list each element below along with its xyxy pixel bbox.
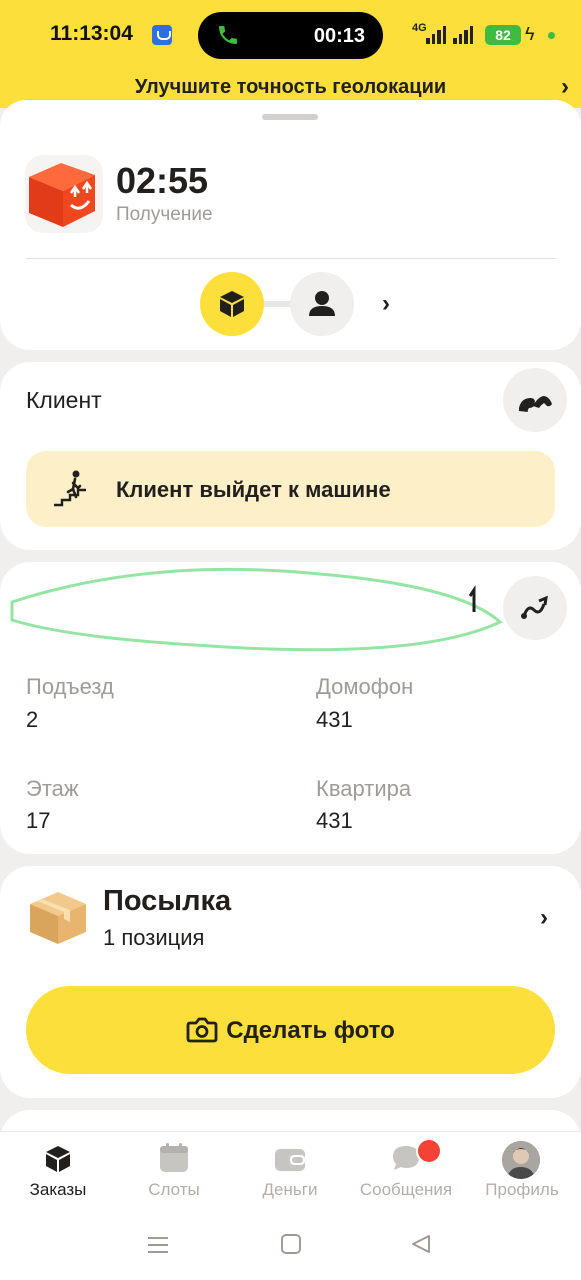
ongoing-call-pill[interactable]: 00:13: [198, 12, 383, 59]
redacted-address-scribble: [10, 567, 503, 652]
floor-value: 17: [26, 808, 51, 833]
camera-icon: [186, 1017, 218, 1043]
charging-icon: ϟ: [525, 24, 535, 44]
phone-handset-icon: [519, 396, 552, 412]
nav-messages[interactable]: Сообщения: [348, 1132, 464, 1212]
entrance-value: 2: [26, 707, 39, 732]
intercom-label: Домофон: [316, 674, 414, 699]
route-icon: [521, 595, 548, 619]
system-navigation-bar: [0, 1211, 581, 1280]
stairs-walking-icon: [54, 470, 86, 507]
apartment-label: Квартира: [316, 776, 412, 801]
nav-money-label: Деньги: [262, 1180, 318, 1199]
divider: [26, 258, 556, 259]
network-type: 4G: [412, 22, 427, 34]
geolocation-banner-text: Улучшите точность геолокации: [134, 76, 447, 98]
nav-slots[interactable]: Слоты: [116, 1132, 232, 1212]
address-card: Подъезд 2 Домофон 431 Этаж 17 Квартира 4…: [0, 562, 581, 854]
step-pickup[interactable]: [200, 272, 264, 336]
signal-icon: [426, 24, 446, 44]
nav-orders-label: Заказы: [29, 1180, 87, 1199]
client-card: Клиент Клиент выйдет к машине: [0, 362, 581, 550]
unread-badge: [416, 1138, 442, 1164]
order-timer: 02:55: [116, 160, 209, 201]
order-status-card: 02:55 Получение ›: [0, 100, 581, 350]
floor-label: Этаж: [26, 776, 79, 801]
intercom-value: 431: [316, 707, 353, 732]
privacy-dot-icon: [548, 32, 555, 39]
parcel-item-count: 1 позиция: [103, 925, 205, 950]
chevron-right-icon[interactable]: ›: [540, 904, 548, 932]
home-icon[interactable]: [280, 1233, 302, 1255]
client-notice: Клиент выйдет к машине: [26, 451, 555, 527]
chevron-right-icon[interactable]: ›: [382, 290, 390, 318]
bottom-nav: Заказы Слоты Деньги Сообщения Профиль: [0, 1131, 581, 1211]
apartment-value: 431: [316, 808, 353, 833]
drag-handle[interactable]: [262, 114, 318, 120]
phone-icon: [219, 26, 237, 44]
client-notice-text: Клиент выйдет к машине: [116, 477, 391, 502]
recents-icon[interactable]: [146, 1233, 170, 1257]
battery-level: 82: [485, 25, 521, 45]
call-duration: 00:13: [313, 25, 365, 47]
parcel-title: Посылка: [103, 885, 232, 917]
avatar: [502, 1141, 540, 1179]
clock: 11:13:04: [50, 22, 133, 45]
nav-messages-label: Сообщения: [359, 1180, 453, 1199]
signal-icon-2: [453, 24, 473, 44]
wallet-icon: [275, 1149, 305, 1171]
person-icon: [309, 291, 335, 316]
take-photo-button[interactable]: Сделать фото: [26, 986, 555, 1074]
orders-icon: [46, 1146, 70, 1172]
box-icon: [220, 291, 244, 317]
nav-money[interactable]: Деньги: [232, 1132, 348, 1212]
client-label: Клиент: [26, 387, 102, 413]
order-box-icon: [25, 155, 103, 233]
app-notification-icon: [152, 25, 172, 45]
step-client[interactable]: [290, 272, 354, 336]
order-phase: Получение: [116, 204, 213, 225]
back-icon[interactable]: [410, 1233, 432, 1255]
chevron-right-icon: ›: [561, 73, 569, 100]
nav-slots-label: Слоты: [148, 1180, 200, 1199]
take-photo-label: Сделать фото: [226, 1017, 395, 1044]
status-bar: 11:13:04 00:13 4G 82 ϟ: [0, 0, 581, 68]
parcel-card: Посылка 1 позиция › Сделать фото: [0, 866, 581, 1098]
call-client-button[interactable]: [503, 368, 567, 432]
route-button[interactable]: [503, 576, 567, 640]
entrance-label: Подъезд: [26, 674, 114, 699]
calendar-icon: [160, 1143, 188, 1172]
nav-orders[interactable]: Заказы: [0, 1132, 116, 1212]
nav-profile-label: Профиль: [485, 1180, 559, 1199]
parcel-box-icon: [30, 892, 86, 944]
nav-profile[interactable]: Профиль: [464, 1132, 580, 1212]
